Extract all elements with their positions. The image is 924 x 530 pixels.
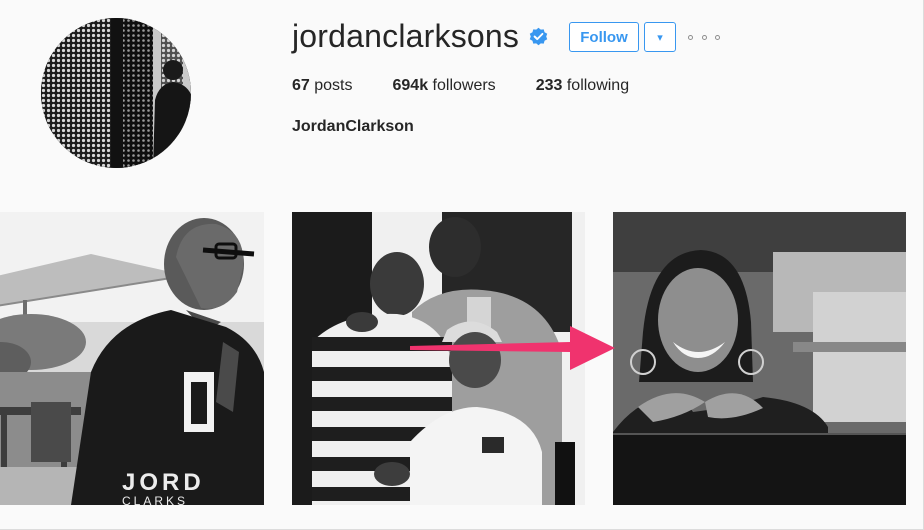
post-thumbnail-3[interactable] [613,212,906,505]
suggested-accounts-dropdown-button[interactable]: ▾ [644,22,676,52]
following-count: 233 [535,77,563,94]
username: jordanclarksons [292,18,520,54]
verified-badge-icon [529,27,548,46]
posts-label: posts [314,77,353,94]
post-photo-3 [613,212,906,505]
profile-avatar[interactable] [41,18,191,168]
follow-button[interactable]: Follow [569,22,639,52]
chevron-down-icon: ▾ [657,31,663,44]
following-stat[interactable]: 233 following [536,75,629,97]
jersey-subtext: CLARKS [122,494,188,505]
more-dot [715,34,720,40]
jersey-text: JORD [122,469,205,496]
post-thumbnail-2[interactable] [292,212,585,505]
followers-stat[interactable]: 694k followers [393,75,496,97]
more-dot [701,34,707,40]
posts-count: 67 [292,77,310,94]
followers-count: 694k [392,77,429,94]
more-options-icon[interactable] [688,28,720,46]
more-dot [688,34,693,40]
post-photo-1: JORD CLARKS [0,212,264,505]
post-photo-2 [292,212,585,505]
posts-stat: 67 posts [292,75,353,97]
avatar-photo [41,18,191,168]
profile-stats: 67 posts 694k followers 233 following [292,75,669,97]
profile-full-name: JordanClarkson [292,118,414,135]
following-label: following [566,77,630,94]
post-thumbnail-1[interactable]: JORD CLARKS [0,212,264,505]
followers-label: followers [432,77,496,94]
